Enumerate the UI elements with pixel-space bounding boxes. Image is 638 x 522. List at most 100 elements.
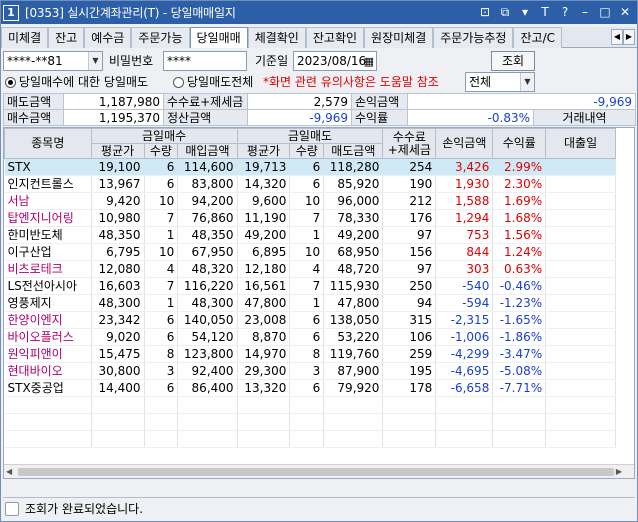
chevron-down-icon[interactable]: ▼: [88, 52, 102, 70]
cell-buy-avg: 23,342: [91, 311, 145, 329]
radio-today-buy-sell-label: 당일매수에 대한 당일매도: [19, 75, 149, 89]
tab-scroll-right-icon[interactable]: ▶: [623, 29, 635, 45]
table-row[interactable]: STX중공업 14,400 6 86,400 13,320 6 79,920 178 -6,65…: [4, 379, 616, 397]
col-buy-avg[interactable]: 평균가: [90, 143, 145, 159]
col-buy-qty[interactable]: 수량: [143, 143, 179, 159]
tab-unfilled[interactable]: 미체결: [1, 27, 49, 48]
cell-buy-amount: 67,950: [177, 243, 238, 261]
col-sell-amount[interactable]: 매도금액: [323, 143, 384, 159]
tab-orderable[interactable]: 주문가능: [131, 27, 190, 48]
cell-sell-qty: 3: [289, 362, 325, 380]
col-pnl[interactable]: 손익금액: [435, 128, 494, 159]
date-field[interactable]: 2023/08/16 ▦: [293, 51, 377, 71]
cell-loan-date: [545, 260, 616, 278]
cell-sell-avg: 29,300: [237, 362, 291, 380]
cell-buy-qty: 10: [144, 243, 179, 261]
account-select[interactable]: ****-**81 ▼: [3, 51, 103, 71]
table-row[interactable]: 서남 9,420 10 94,200 9,600 10 96,000 212 1,588 1.69…: [4, 192, 616, 210]
table-row[interactable]: 현대바이오 30,800 3 92,400 29,300 3 87,900 195 -4,695…: [4, 362, 616, 380]
col-fee[interactable]: 수수료 +제세금: [382, 128, 437, 159]
table-row[interactable]: 탑엔지니어링 10,980 7 76,860 11,190 7 78,330 176 1,294…: [4, 209, 616, 227]
tab-scroll-left-icon[interactable]: ◀: [611, 29, 623, 45]
tab-daily-trades[interactable]: 당일매매: [189, 27, 248, 48]
tab-orderable-estimate[interactable]: 주문가능추정: [433, 27, 514, 48]
cell-sell-avg: 49,200: [237, 226, 291, 244]
radio-all-sell-label: 당일매도전체: [187, 75, 254, 89]
tab-ledger-unfilled[interactable]: 원장미체결: [364, 27, 434, 48]
cell-sell-avg: 14,970: [237, 345, 291, 363]
col-name[interactable]: 종목명: [4, 128, 92, 159]
tab-scroll-buttons: ◀ ▶: [611, 29, 635, 45]
chevron-down-icon[interactable]: ▼: [520, 73, 534, 91]
screen-link-icon[interactable]: ⊡: [477, 3, 493, 21]
empty-cell: [435, 396, 494, 414]
cell-pnl: 1,930: [435, 175, 494, 193]
tab-balance[interactable]: 잔고: [48, 27, 85, 48]
table-row[interactable]: 영풍제지 48,300 1 48,300 47,800 1 47,800 94 -594 -1.2…: [4, 294, 616, 312]
copy-window-icon[interactable]: ⧉: [497, 3, 513, 21]
radio-all-sell[interactable]: 당일매도전체: [173, 72, 253, 92]
maximize-icon[interactable]: □: [597, 3, 613, 21]
cell-buy-qty: 6: [144, 311, 179, 329]
cell-buy-amount: 76,860: [177, 209, 238, 227]
table-row[interactable]: 인지컨트롤스 13,967 6 83,800 14,320 6 85,920 190 1,930…: [4, 175, 616, 193]
cell-sell-amount: 138,050: [323, 311, 384, 329]
trades-grid[interactable]: 종목명 금일매수 금일매도 수수료 +제세금 손익금액 수익률 대출일 평균가 …: [3, 127, 635, 479]
col-rate[interactable]: 수익률: [492, 128, 547, 159]
table-row[interactable]: 원익피앤이 15,475 8 123,800 14,970 8 119,760 259 -4,2…: [4, 345, 616, 363]
col-sell-avg[interactable]: 평균가: [236, 143, 291, 159]
cell-name: 원익피앤이: [4, 345, 92, 363]
empty-cell: [177, 396, 238, 414]
minimize-icon[interactable]: –: [577, 3, 593, 21]
fee-tax-value: 2,579: [247, 93, 352, 110]
table-row[interactable]: 이구산업 6,795 10 67,950 6,895 10 68,950 156 844 1.24…: [4, 243, 616, 261]
calendar-icon[interactable]: ▦: [364, 53, 374, 71]
cell-pnl: 1,294: [435, 209, 494, 227]
col-buy-amount[interactable]: 매입금액: [177, 143, 238, 159]
query-button[interactable]: 조회: [491, 51, 535, 71]
table-row[interactable]: 바이오플러스 9,020 6 54,120 8,870 6 53,220 106 -1,006-…: [4, 328, 616, 346]
trade-history-button[interactable]: 거래내역: [533, 109, 636, 126]
tab-deposit[interactable]: 예수금: [84, 27, 132, 48]
cell-buy-avg: 14,400: [91, 379, 145, 397]
empty-cell: [382, 430, 437, 448]
table-row[interactable]: LS전선아시아 16,603 7 116,220 16,561 7 115,930 250 -5…: [4, 277, 616, 295]
col-loan-date[interactable]: 대출일: [545, 128, 616, 159]
table-row[interactable]: 한미반도체 48,350 1 48,350 49,200 1 49,200 97 753 1.56…: [4, 226, 616, 244]
scroll-left-icon[interactable]: ◀: [6, 465, 12, 478]
col-sell-qty[interactable]: 수량: [289, 143, 325, 159]
cell-sell-amount: 47,800: [323, 294, 384, 312]
table-row[interactable]: 비츠로테크 12,080 4 48,320 12,180 4 48,720 97 303 0.63…: [4, 260, 616, 278]
cell-rate: -1.23%: [492, 294, 547, 312]
table-row[interactable]: STX 19,100 6 114,600 19,713 6 118,280 254 3,426 2…: [4, 158, 616, 176]
scrollbar-thumb[interactable]: [18, 468, 614, 476]
dropdown-icon[interactable]: ▾: [517, 3, 533, 21]
filter-select[interactable]: 전체 ▼: [465, 72, 535, 92]
cell-fee: 106: [382, 328, 437, 346]
cell-loan-date: [545, 362, 616, 380]
window-title: [0353] 실시간계좌관리(T) - 당일매매일지: [25, 6, 236, 20]
cell-buy-amount: 123,800: [177, 345, 238, 363]
tab-balance-c[interactable]: 잔고/C: [513, 27, 562, 48]
horizontal-scrollbar[interactable]: ◀ ▶: [4, 464, 634, 478]
tab-balance-check[interactable]: 잔고확인: [305, 27, 365, 48]
cell-buy-amount: 140,050: [177, 311, 238, 329]
cell-sell-avg: 11,190: [237, 209, 291, 227]
tab-execution-check[interactable]: 체결확인: [247, 27, 306, 48]
cell-name: STX중공업: [4, 379, 92, 397]
cell-rate: -1.86%: [492, 328, 547, 346]
radio-today-buy-sell[interactable]: 당일매수에 대한 당일매도: [5, 72, 148, 92]
cell-loan-date: [545, 192, 616, 210]
table-row[interactable]: 한양이엔지 23,342 6 140,050 23,008 6 138,050 315 -2,3…: [4, 311, 616, 329]
password-field[interactable]: ****: [163, 51, 247, 71]
scroll-right-icon[interactable]: ▶: [616, 465, 622, 478]
empty-cell: [435, 430, 494, 448]
cell-fee: 315: [382, 311, 437, 329]
text-size-icon[interactable]: T: [537, 3, 553, 21]
empty-cell: [323, 430, 384, 448]
help-icon[interactable]: ?: [557, 3, 573, 21]
cell-sell-qty: 1: [289, 294, 325, 312]
cell-buy-qty: 10: [144, 192, 179, 210]
close-icon[interactable]: ✕: [617, 3, 633, 21]
empty-cell: [289, 396, 325, 414]
